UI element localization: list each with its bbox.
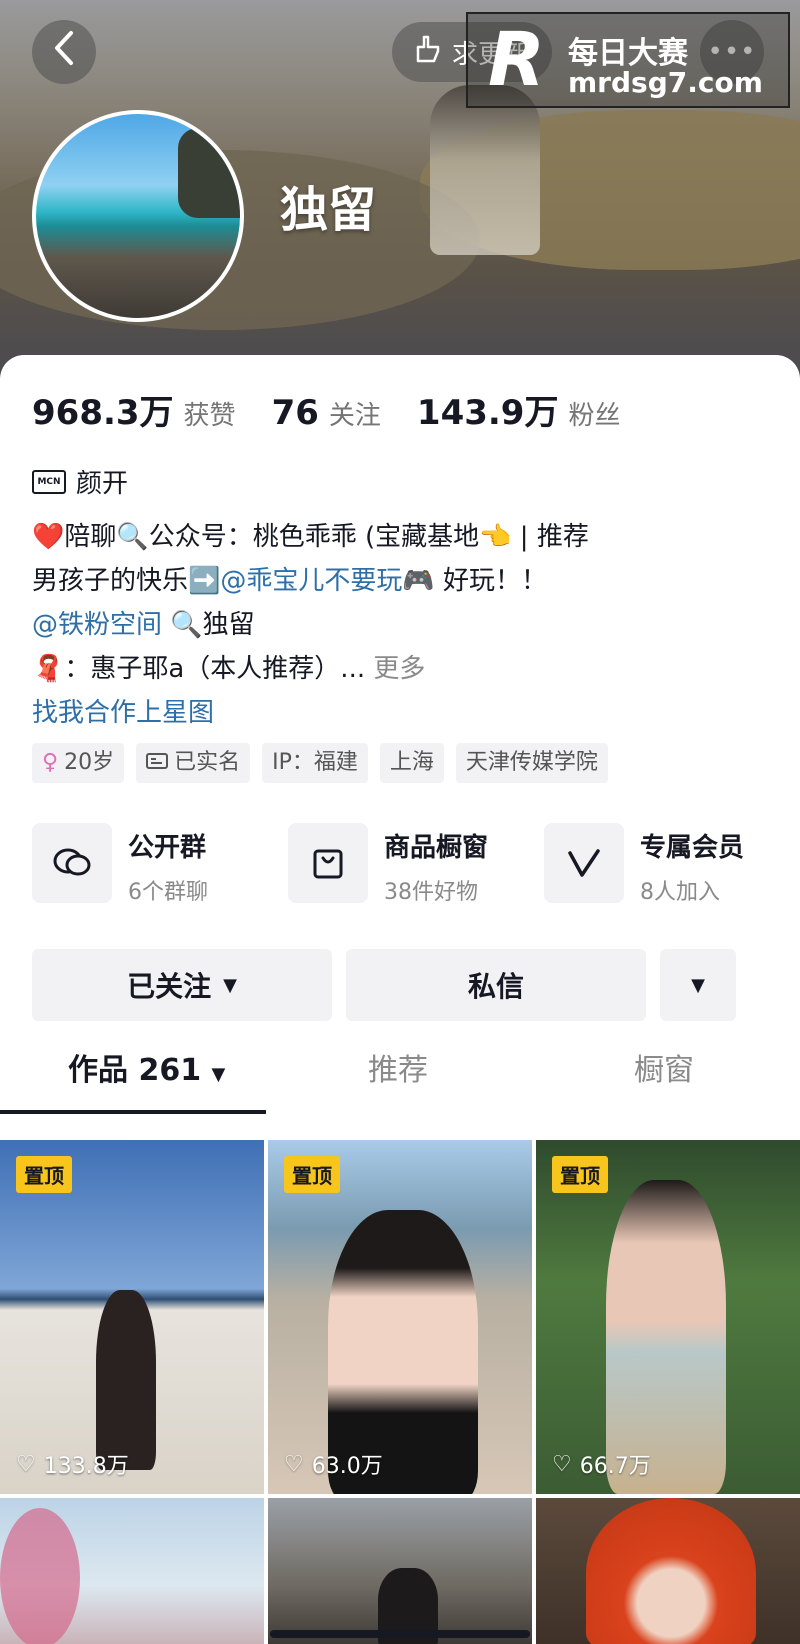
watermark-logo: R bbox=[488, 17, 545, 103]
tab-shop[interactable]: 橱窗 bbox=[634, 1045, 694, 1089]
mcn-name: 颜开 bbox=[76, 469, 129, 499]
bio: ❤️陪聊🔍公众号：桃色乖乖 (宝藏基地👈 | 推荐 男孩子的快乐➡️@乖宝儿不要… bbox=[32, 515, 772, 735]
tab-works-label: 作品 261 bbox=[68, 1053, 202, 1088]
tag-age-label: 20岁 bbox=[64, 750, 115, 775]
heart-icon: ♡ bbox=[16, 1451, 36, 1477]
post-card[interactable] bbox=[268, 1498, 532, 1644]
tag-verified: 已实名 bbox=[136, 743, 251, 783]
feature-public-group[interactable]: 公开群 6个群聊 bbox=[32, 823, 208, 906]
post-likes-count: 133.8万 bbox=[43, 1454, 129, 1479]
followed-button[interactable]: 已关注 ▼ bbox=[32, 949, 332, 1021]
bio-line-4: 🧣：惠子耶a（本人推荐）... 更多 bbox=[32, 647, 772, 691]
post-figure bbox=[606, 1180, 726, 1494]
banner-figure bbox=[430, 85, 540, 255]
features-row: 公开群 6个群聊 商品橱窗 38件好物 专属会员 8人加入 bbox=[32, 823, 772, 907]
stat-following-label: 关注 bbox=[328, 401, 381, 431]
feature-membership-title: 专属会员 bbox=[640, 833, 745, 863]
post-card[interactable]: 置顶 ♡ 63.0万 bbox=[268, 1140, 532, 1494]
pinned-badge: 置顶 bbox=[16, 1156, 72, 1193]
feature-membership[interactable]: 专属会员 8人加入 bbox=[544, 823, 744, 906]
pinned-badge: 置顶 bbox=[552, 1156, 608, 1193]
tab-active-indicator bbox=[0, 1110, 266, 1114]
post-likes: ♡ 63.0万 bbox=[284, 1448, 383, 1480]
triangle-down-icon: ▼ bbox=[211, 1064, 226, 1085]
pinned-badge: 置顶 bbox=[284, 1156, 340, 1193]
feature-public-group-title: 公开群 bbox=[128, 833, 207, 863]
feature-public-group-sub: 6个群聊 bbox=[128, 880, 208, 905]
tab-recommend[interactable]: 推荐 bbox=[368, 1045, 428, 1089]
profile-tags: ♀ 20岁 已实名 IP：福建 上海 天津传媒学院 bbox=[32, 743, 608, 783]
message-button[interactable]: 私信 bbox=[346, 949, 646, 1021]
mcn-icon: MCN bbox=[32, 469, 66, 494]
feature-shop-window-sub: 38件好物 bbox=[384, 880, 478, 905]
stat-following[interactable]: 76 关注 bbox=[272, 393, 381, 433]
post-figure bbox=[586, 1498, 756, 1644]
stat-following-value: 76 bbox=[271, 393, 319, 433]
stat-followers[interactable]: 143.9万 粉丝 bbox=[417, 385, 621, 434]
post-likes-count: 66.7万 bbox=[579, 1454, 651, 1479]
id-card-icon bbox=[146, 743, 169, 783]
mcn-row[interactable]: MCN 颜开 bbox=[32, 463, 128, 500]
tag-city: 上海 bbox=[379, 743, 444, 783]
stat-likes[interactable]: 968.3万 获赞 bbox=[32, 385, 236, 434]
home-indicator bbox=[270, 1630, 530, 1638]
more-actions-button[interactable]: ▼ bbox=[660, 949, 736, 1021]
post-card[interactable]: 置顶 ♡ 133.8万 bbox=[0, 1140, 264, 1494]
member-v-icon bbox=[544, 823, 624, 903]
post-card[interactable] bbox=[0, 1498, 264, 1644]
post-card[interactable]: 置顶 ♡ 66.7万 bbox=[536, 1140, 800, 1494]
action-buttons: 已关注 ▼ 私信 ▼ bbox=[32, 949, 768, 1021]
post-likes: ♡ 66.7万 bbox=[552, 1448, 651, 1480]
group-chat-icon bbox=[32, 823, 112, 903]
bio-line-1: ❤️陪聊🔍公众号：桃色乖乖 (宝藏基地👈 | 推荐 bbox=[32, 522, 589, 552]
avatar-rock bbox=[178, 128, 240, 218]
post-likes-count: 63.0万 bbox=[311, 1454, 383, 1479]
message-label: 私信 bbox=[467, 970, 524, 1003]
triangle-down-icon: ▼ bbox=[691, 974, 705, 996]
bio-line-3: @铁粉空间 🔍独留 bbox=[32, 603, 772, 647]
bio-line-2-prefix: 男孩子的快乐➡️ bbox=[32, 566, 221, 596]
bio-more-link[interactable]: 更多 bbox=[373, 654, 425, 684]
stat-followers-value: 143.9万 bbox=[416, 393, 559, 433]
stats-row: 968.3万 获赞 76 关注 143.9万 粉丝 bbox=[32, 385, 656, 434]
bio-cooperation-link[interactable]: 找我合作上星图 bbox=[32, 691, 772, 735]
triangle-down-icon: ▼ bbox=[223, 974, 237, 996]
back-button[interactable] bbox=[32, 20, 96, 84]
tab-works[interactable]: 作品 261 ▼ bbox=[68, 1045, 225, 1089]
stat-likes-label: 获赞 bbox=[183, 401, 236, 431]
stat-followers-label: 粉丝 bbox=[568, 401, 621, 431]
bio-line-3-suffix: 🔍独留 bbox=[162, 610, 255, 640]
feature-shop-window[interactable]: 商品橱窗 38件好物 bbox=[288, 823, 488, 906]
feature-membership-sub: 8人加入 bbox=[640, 880, 720, 905]
tag-ip: IP：福建 bbox=[262, 743, 368, 783]
post-likes: ♡ 133.8万 bbox=[16, 1448, 129, 1480]
watermark-url: mrdsg7.com bbox=[568, 66, 763, 99]
username: 独留 bbox=[280, 182, 377, 238]
bio-line-2: 男孩子的快乐➡️@乖宝儿不要玩🎮 好玩！！ bbox=[32, 559, 772, 603]
hand-point-icon bbox=[412, 33, 444, 72]
bio-line-2-suffix: 🎮 好玩！！ bbox=[402, 566, 548, 596]
shopping-bag-icon bbox=[288, 823, 368, 903]
content-tabs: 作品 261 ▼ 推荐 橱窗 bbox=[0, 1025, 800, 1088]
feature-shop-window-title: 商品橱窗 bbox=[384, 833, 489, 863]
tag-age: ♀ 20岁 bbox=[32, 743, 125, 783]
heart-icon: ♡ bbox=[284, 1451, 304, 1477]
stat-likes-value: 968.3万 bbox=[32, 393, 174, 433]
post-card[interactable] bbox=[536, 1498, 800, 1644]
post-figure bbox=[0, 1508, 80, 1644]
bio-mention-link[interactable]: @乖宝儿不要玩 bbox=[220, 566, 402, 596]
avatar[interactable] bbox=[32, 110, 244, 322]
watermark: R 每日大赛 mrdsg7.com bbox=[466, 12, 790, 108]
heart-icon: ♡ bbox=[552, 1451, 572, 1477]
post-figure bbox=[96, 1290, 156, 1470]
bio-line-4-text: 🧣：惠子耶a（本人推荐）... bbox=[32, 654, 366, 684]
chevron-left-icon bbox=[53, 30, 75, 75]
female-icon: ♀ bbox=[42, 750, 59, 775]
followed-label: 已关注 bbox=[127, 970, 212, 1003]
tag-verified-label: 已实名 bbox=[174, 750, 241, 775]
bio-fan-space-link[interactable]: @铁粉空间 bbox=[32, 610, 162, 640]
tag-school: 天津传媒学院 bbox=[455, 743, 608, 783]
